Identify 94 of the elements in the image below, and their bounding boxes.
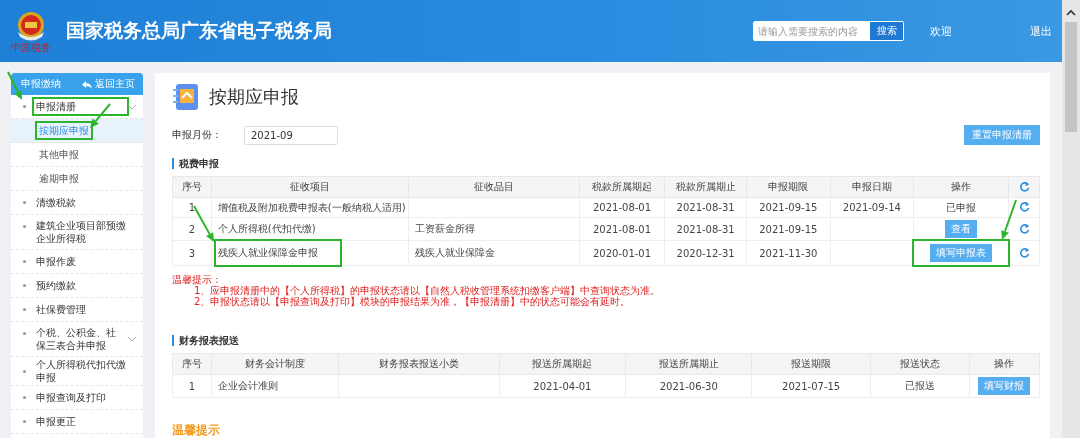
table-cell-text: 2020-01-01 [591,246,653,261]
search-button[interactable]: 搜索 [870,22,903,40]
column-header: 报送所属期止 [625,353,752,375]
sidebar-item[interactable]: 申报查询及打印 [34,390,137,405]
table-cell-text: 2021-07-15 [781,379,842,394]
sidebar-item[interactable]: 预约缴款 [34,278,137,293]
sidebar-item[interactable]: 申报更正 [34,414,137,429]
sidebar-subitem[interactable]: 其他申报 [37,147,81,162]
bullet-icon [23,201,26,204]
sidebar-item[interactable]: 申报清册 [34,99,127,114]
emblem-icon [15,9,47,42]
bullet-icon [23,260,26,263]
table-cell-text: 1 [187,379,197,394]
notebook-icon [172,83,199,111]
table-cell-text: 个人所得税(代扣代缴) [216,222,317,236]
bullet-icon [23,369,26,373]
column-header: 申报日期 [830,176,914,198]
sidebar-title: 申报缴纳 [21,77,61,91]
note-text: 1、应申报清册中的【个人所得税】的申报状态请以【自然人税收管理系统扣缴客户端】中查询状态为准。 [193,285,662,296]
caret-up-icon[interactable] [1066,9,1076,16]
bullet-icon [23,105,26,108]
column-header: 报送期限 [751,353,871,375]
annotation-arrow [90,103,111,128]
table-cell-text: 2021-09-15 [758,222,819,237]
scrollbar[interactable] [1062,0,1080,438]
table-cell-text: 增值税及附加税费申报表(一般纳税人适用) [216,200,407,215]
refresh-icon[interactable] [1018,222,1030,234]
column-header: 操作 [913,176,1009,198]
table-cell-text: 2021-11-30 [758,246,819,261]
notes-title: 温馨提示： [172,274,223,285]
section-title: 税费申报 [172,158,219,169]
table-cell-text: 企业会计准则 [216,379,279,393]
column-header: 征收品目 [408,176,580,198]
table-cell-text: 2021-09-15 [758,201,819,215]
table-cell-text: 1 [187,201,197,215]
month-label: 申报月份： [172,128,222,142]
site-title: 国家税务总局广东省电子税务局 [66,18,332,43]
column-header: 操作 [969,353,1040,375]
column-header: 税款所属期止 [664,176,747,198]
table-cell-text: 2021-06-30 [658,379,719,394]
sidebar-item[interactable]: 清缴税款 [34,195,137,210]
table-cell-text: 工资薪金所得 [413,222,476,236]
table-cell-text: 残疾人就业保障金 [413,246,496,260]
logo-caption: 中国税务 [11,41,51,53]
table-cell-text: 3 [187,246,197,261]
bullet-icon [23,332,26,335]
sidebar-item[interactable]: 建筑企业项目部预缴企业所得税 [34,218,137,246]
column-header: 税款所属期起 [579,176,665,198]
sidebar-subitem[interactable]: 逾期申报 [37,171,81,186]
table-cell-text: 2021-09-14 [841,201,902,215]
column-header: 序号 [172,353,212,375]
section-title: 财务报表报送 [172,335,239,346]
column-header: 征收项目 [211,176,409,198]
table-cell-text: 2021-08-01 [591,222,653,237]
table-cell-text: 2 [187,222,197,237]
table-cell-text: 2021-08-31 [675,201,736,215]
sidebar-item[interactable]: 个税、公积金、社保三表合并申报 [34,325,127,353]
column-header: 财务会计制度 [211,353,339,375]
month-field[interactable]: 2021-09 [244,125,338,145]
chevron-down-icon[interactable] [127,336,137,342]
column-header: 申报期限 [746,176,831,198]
refresh-icon[interactable] [1018,201,1030,212]
column-header: 报送状态 [870,353,970,375]
refresh-icon[interactable] [1018,246,1030,258]
note-text: 2、申报状态请以【申报查询及打印】模块的申报结果为准，【申报清册】中的状态可能会有延时。 [193,296,631,307]
page-title: 按期应申报 [209,85,299,109]
column-header: 财务报表报送小类 [338,353,499,375]
table-cell-text: 2021-08-31 [675,222,736,237]
bullet-icon [23,225,26,228]
sidebar-item[interactable]: 申报作废 [34,254,137,269]
bullet-icon [23,284,26,287]
welcome-text: 欢迎 [930,23,952,39]
tip-heading: 温馨提示 [172,422,221,438]
refresh-icon[interactable] [1018,180,1030,192]
bullet-icon [23,396,26,399]
bullet-icon [23,420,26,423]
annotation-arrow [7,71,22,100]
table-cell-text: 2021-04-01 [532,379,593,394]
column-header: 序号 [172,176,212,198]
column-header: 报送所属期起 [499,353,626,375]
sidebar-item[interactable]: 社保费管理 [34,302,137,317]
status-text: 已申报 [946,201,977,213]
table-cell-text: 已报送 [904,379,936,393]
annotation-arrow [193,205,214,242]
sidebar-item[interactable]: 个人所得税代扣代缴申报 [34,357,137,385]
table-cell-text: 2021-08-01 [591,201,653,215]
table-cell: 残疾人就业保障金申报 [215,241,340,265]
scrollbar-thumb[interactable] [1065,22,1077,132]
bullet-icon [23,308,26,311]
back-arrow-icon [82,79,92,89]
annotation-arrow [1001,199,1017,240]
chevron-down-icon[interactable] [127,103,137,110]
search-field[interactable]: 请输入需要搜索的内容 搜索 [753,21,904,41]
table-cell-text: 2020-12-31 [675,246,736,261]
